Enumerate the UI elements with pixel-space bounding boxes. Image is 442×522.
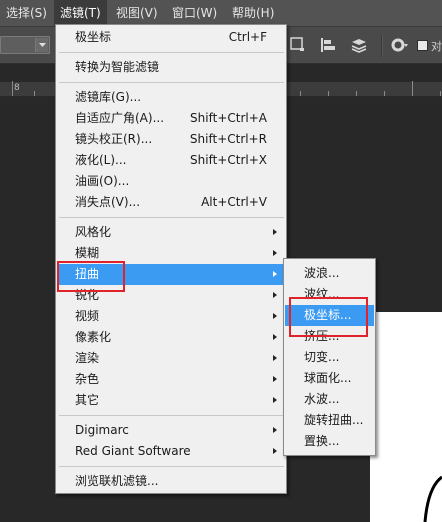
menu-item-label: 转换为智能滤镜 bbox=[75, 60, 160, 74]
menu-item-label: 风格化 bbox=[75, 225, 112, 239]
submenu-item-label: 水波... bbox=[304, 392, 340, 406]
menu-item-liquify[interactable]: 液化(L)... Shift+Ctrl+X bbox=[57, 150, 285, 171]
menu-item-label: 杂色 bbox=[75, 372, 100, 386]
menu-help[interactable]: 帮助(H) bbox=[226, 0, 280, 26]
document-canvas[interactable] bbox=[370, 312, 442, 522]
menu-item-stylize[interactable]: 风格化 bbox=[57, 222, 285, 243]
menu-window[interactable]: 窗口(W) bbox=[166, 0, 223, 26]
submenu-item-spherize[interactable]: 球面化... bbox=[285, 368, 374, 389]
menu-item-label: 渲染 bbox=[75, 351, 100, 365]
submenu-arrow-icon bbox=[273, 427, 277, 433]
menu-separator bbox=[59, 52, 284, 53]
options-divider bbox=[381, 35, 382, 57]
gear-icon[interactable] bbox=[390, 37, 410, 56]
submenu-arrow-icon bbox=[273, 229, 277, 235]
ruler-tick bbox=[300, 91, 301, 96]
submenu-item-zigzag[interactable]: 水波... bbox=[285, 389, 374, 410]
align-top-icon[interactable] bbox=[290, 37, 306, 56]
truncated-label: 对 bbox=[431, 40, 442, 53]
submenu-item-shear[interactable]: 切变... bbox=[285, 347, 374, 368]
menu-item-video[interactable]: 视频 bbox=[57, 306, 285, 327]
menu-item-label: 浏览联机滤镜... bbox=[75, 474, 159, 488]
menu-item-lens-correction[interactable]: 镜头校正(R)... Shift+Ctrl+R bbox=[57, 129, 285, 150]
menu-item-label: Red Giant Software bbox=[75, 444, 191, 458]
submenu-arrow-icon bbox=[273, 448, 277, 454]
menu-separator bbox=[59, 217, 284, 218]
menu-item-oil-paint[interactable]: 油画(O)... bbox=[57, 171, 285, 192]
menu-item-shortcut: Shift+Ctrl+X bbox=[190, 153, 267, 167]
submenu-item-label: 旋转扭曲... bbox=[304, 413, 364, 427]
annotation-box-polar-coordinates bbox=[289, 297, 368, 337]
ruler-tick bbox=[356, 91, 357, 96]
menu-item-label: 液化(L)... bbox=[75, 153, 127, 167]
ruler-tick bbox=[328, 91, 329, 96]
menu-item-shortcut: Shift+Ctrl+R bbox=[189, 132, 267, 146]
submenu-item-label: 切变... bbox=[304, 350, 340, 364]
menu-item-filter-gallery[interactable]: 滤镜库(G)... bbox=[57, 87, 285, 108]
submenu-item-twirl[interactable]: 旋转扭曲... bbox=[285, 410, 374, 431]
submenu-arrow-icon bbox=[273, 355, 277, 361]
submenu-arrow-icon bbox=[273, 313, 277, 319]
ruler-tick bbox=[34, 91, 35, 96]
menu-item-vanishing-point[interactable]: 消失点(V)... Alt+Ctrl+V bbox=[57, 192, 285, 213]
menu-item-digimarc[interactable]: Digimarc bbox=[57, 420, 285, 441]
submenu-item-label: 置换... bbox=[304, 434, 340, 448]
submenu-arrow-icon bbox=[273, 376, 277, 382]
submenu-arrow-icon bbox=[273, 271, 277, 277]
menu-view[interactable]: 视图(V) bbox=[110, 0, 164, 26]
menu-item-browse-online[interactable]: 浏览联机滤镜... bbox=[57, 471, 285, 492]
menu-item-label: Digimarc bbox=[75, 423, 129, 437]
options-dropdown[interactable] bbox=[0, 36, 50, 54]
menu-item-last-filter[interactable]: 极坐标 Ctrl+F bbox=[57, 27, 285, 48]
menu-select[interactable]: 选择(S) bbox=[0, 0, 53, 26]
submenu-item-label: 球面化... bbox=[304, 371, 352, 385]
menu-filter[interactable]: 滤镜(T) bbox=[54, 0, 107, 26]
menu-item-noise[interactable]: 杂色 bbox=[57, 369, 285, 390]
submenu-item-wave[interactable]: 波浪... bbox=[285, 263, 374, 284]
menu-item-adaptive-wide-angle[interactable]: 自适应广角(A)... Shift+Ctrl+A bbox=[57, 108, 285, 129]
menu-item-label: 像素化 bbox=[75, 330, 112, 344]
menu-item-pixelate[interactable]: 像素化 bbox=[57, 327, 285, 348]
submenu-arrow-icon bbox=[273, 250, 277, 256]
menu-item-render[interactable]: 渲染 bbox=[57, 348, 285, 369]
menu-item-label: 视频 bbox=[75, 309, 100, 323]
chevron-down-icon bbox=[35, 38, 48, 52]
ruler-tick bbox=[440, 91, 441, 96]
menu-item-label: 镜头校正(R)... bbox=[75, 132, 153, 146]
arrange-layers-icon[interactable] bbox=[350, 37, 368, 56]
submenu-arrow-icon bbox=[273, 292, 277, 298]
filter-menu: 极坐标 Ctrl+F 转换为智能滤镜 滤镜库(G)... 自适应广角(A)...… bbox=[55, 24, 287, 494]
menu-item-label: 滤镜库(G)... bbox=[75, 90, 142, 104]
menu-item-shortcut: Ctrl+F bbox=[228, 30, 267, 44]
menu-item-label: 极坐标 bbox=[75, 30, 112, 44]
submenu-arrow-icon bbox=[273, 334, 277, 340]
menu-item-convert-smart-filter[interactable]: 转换为智能滤镜 bbox=[57, 57, 285, 78]
submenu-item-displace[interactable]: 置换... bbox=[285, 431, 374, 452]
menu-item-shortcut: Shift+Ctrl+A bbox=[190, 111, 267, 125]
menu-item-shortcut: Alt+Ctrl+V bbox=[201, 195, 267, 209]
options-checkbox[interactable] bbox=[417, 40, 428, 51]
annotation-box-distort bbox=[57, 261, 125, 292]
ruler-tick bbox=[384, 91, 385, 96]
ruler-label: 8 bbox=[14, 83, 20, 93]
menu-item-label: 自适应广角(A)... bbox=[75, 111, 165, 125]
menu-item-red-giant[interactable]: Red Giant Software bbox=[57, 441, 285, 462]
menu-item-label: 消失点(V)... bbox=[75, 195, 141, 209]
menu-bar: 选择(S) 滤镜(T) 视图(V) 窗口(W) 帮助(H) bbox=[0, 0, 442, 26]
menu-item-label: 油画(O)... bbox=[75, 174, 130, 188]
submenu-arrow-icon bbox=[273, 397, 277, 403]
canvas-artwork bbox=[423, 475, 442, 522]
menu-separator bbox=[59, 82, 284, 83]
menu-item-other[interactable]: 其它 bbox=[57, 390, 285, 411]
menu-separator bbox=[59, 415, 284, 416]
align-bottom-icon[interactable] bbox=[320, 37, 338, 56]
ruler-tick bbox=[12, 81, 13, 96]
menu-separator bbox=[59, 466, 284, 467]
menu-item-label: 其它 bbox=[75, 393, 100, 407]
submenu-item-label: 波浪... bbox=[304, 266, 340, 280]
distort-submenu: 波浪... 波纹... 极坐标... 挤压... 切变... 球面化... 水波… bbox=[283, 258, 376, 456]
ruler-tick bbox=[412, 81, 413, 96]
